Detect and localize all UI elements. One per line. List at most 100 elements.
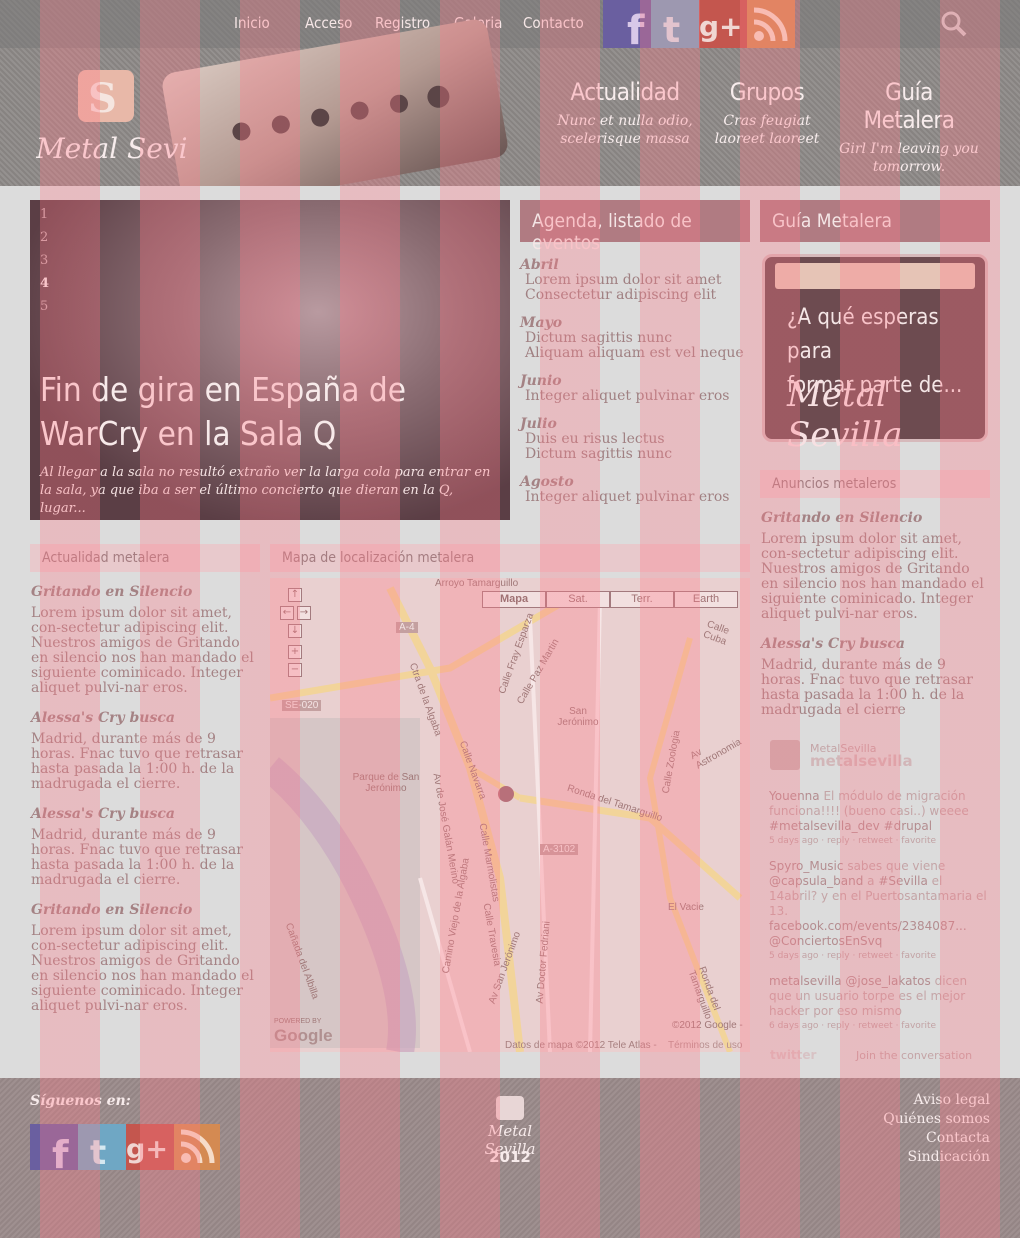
follow-label: Síguenos en: [30, 1093, 131, 1109]
actualidad-list: Gritando en Silencio Lorem ipsum dolor s… [31, 574, 261, 1014]
news-body: Madrid, durante más de 9 horas. Fnac tuv… [31, 731, 243, 792]
map-tab-earth[interactable]: Earth [674, 591, 738, 608]
news-title[interactable]: Gritando en Silencio [31, 584, 261, 600]
googleplus-icon[interactable]: g+ [699, 0, 747, 48]
zoom-out-icon[interactable]: − [288, 663, 302, 677]
tweet-user[interactable]: Spyro_Music [769, 859, 844, 873]
top-navigation: Inicio Acceso Registro Galeria Contacto … [0, 0, 1020, 54]
logo-text: Metal Sevilla [36, 132, 186, 165]
promo-text: Girl I'm leaving you tomorrow. [839, 141, 979, 175]
svg-text:t: t [663, 10, 680, 48]
guia-promo-banner[interactable]: ¿A qué esperas para formar parte de... M… [762, 254, 988, 455]
slide-title[interactable]: Fin de gira en España de WarCry en la Sa… [40, 368, 480, 456]
nav-contacto[interactable]: Contacto [523, 14, 584, 32]
news-title[interactable]: Alessa's Cry busca [31, 710, 261, 726]
event-item[interactable]: Lorem ipsum dolor sit amet [520, 273, 750, 288]
twitter-icon[interactable]: t [78, 1124, 126, 1173]
event-item[interactable]: Aliquam aliquam est vel neque [520, 346, 750, 361]
map-tab-terr[interactable]: Terr. [610, 591, 674, 608]
footer-link-quienes-somos[interactable]: Quiénes somos [883, 1111, 990, 1127]
promo-text: Cras feugiat laoreet laoreet [714, 113, 820, 147]
news-title[interactable]: Gritando en Silencio [761, 510, 991, 526]
news-title[interactable]: Alessa's Cry busca [761, 636, 991, 652]
twitter-logo[interactable]: twitter [770, 1048, 816, 1063]
tweet-link[interactable]: facebook.com/events/2384087... [769, 919, 967, 933]
pan-left-icon[interactable]: ← [280, 606, 294, 620]
amp-panel [775, 263, 975, 289]
tweet-mention[interactable]: @ConciertosEnSvq [769, 934, 882, 948]
slide-number-active[interactable]: 4 [40, 276, 49, 291]
event-item[interactable]: Consectetur adipiscing elit [520, 288, 750, 303]
slide-number[interactable]: 1 [40, 207, 48, 222]
month-label: Junio [520, 373, 562, 389]
tweet: Spyro_Music sabes que viene @capsula_ban… [769, 859, 987, 964]
footer-link-contacta[interactable]: Contacta [926, 1130, 990, 1146]
slide-number[interactable]: 5 [40, 299, 48, 314]
site-logo[interactable]: S Metal Sevilla [35, 66, 222, 166]
map-roads [270, 586, 743, 1052]
event-item[interactable]: Integer aliquet pulvinar eros [520, 389, 750, 404]
svg-text:S: S [88, 75, 117, 122]
tweet-meta[interactable]: 5 days ago · reply · retweet · favorite [769, 949, 987, 964]
svg-text:g+: g+ [126, 1134, 168, 1165]
twitter-avatar[interactable] [770, 740, 800, 770]
map-label: San Jerónimo [557, 706, 599, 728]
pan-up-icon[interactable]: ↑ [288, 588, 302, 602]
agenda-list: Abril Lorem ipsum dolor sit amet Consect… [520, 258, 750, 505]
map-terms-link[interactable]: Términos de uso [668, 1040, 742, 1051]
month-label: Agosto [520, 474, 574, 490]
join-conversation-link[interactable]: Join the conversation [856, 1048, 972, 1063]
tweet-meta[interactable]: 6 days ago · reply · retweet · favorite [769, 1019, 987, 1034]
promo-actualidad[interactable]: Actualidad Nunc et nulla odio, scelerisq… [555, 48, 695, 186]
promo-guia[interactable]: Guía Metalera Girl I'm leaving you tomor… [839, 48, 979, 186]
event-item[interactable]: Duis eu risus lectus [520, 432, 750, 447]
month-label: Mayo [520, 315, 563, 331]
map-tab-sat[interactable]: Sat. [546, 591, 610, 608]
event-item[interactable]: Integer aliquet pulvinar eros [520, 490, 750, 505]
zoom-in-icon[interactable]: + [288, 645, 302, 659]
news-body: Lorem ipsum dolor sit amet, con-sectetur… [31, 923, 254, 1014]
search-icon[interactable] [940, 10, 968, 38]
google-logo[interactable]: Google [274, 1026, 333, 1046]
tweet-user[interactable]: metalsevilla [769, 974, 842, 988]
news-title[interactable]: Gritando en Silencio [31, 902, 261, 918]
pan-right-icon[interactable]: → [297, 606, 311, 620]
location-map[interactable]: Arroyo Tamarguillo A-4 SE-020 Parque de … [270, 578, 750, 1052]
svg-text:t: t [90, 1133, 106, 1170]
facebook-icon[interactable]: f [603, 0, 651, 54]
slide-number[interactable]: 3 [40, 253, 48, 268]
nav-inicio[interactable]: Inicio [234, 14, 270, 32]
tweet-meta[interactable]: 5 days ago · reply · retweet · favorite [769, 834, 987, 849]
pan-down-icon[interactable]: ↓ [288, 624, 302, 638]
month-label: Julio [520, 416, 557, 432]
news-body: Lorem ipsum dolor sit amet, con-sectetur… [31, 605, 254, 696]
tweet-hashtag[interactable]: #Sevilla [878, 874, 928, 888]
tweet-user[interactable]: Youenna [769, 789, 820, 803]
event-item[interactable]: Dictum sagittis nunc [520, 447, 750, 462]
promo-grupos[interactable]: Grupos Cras feugiat laoreet laoreet [697, 48, 837, 186]
map-label: Parque de San Jerónimo [352, 772, 420, 794]
rss-icon[interactable] [174, 1124, 220, 1170]
event-item[interactable]: Dictum sagittis nunc [520, 331, 750, 346]
news-body: Madrid, durante más de 9 horas. Fnac tuv… [31, 827, 243, 888]
agenda-month: Agosto Integer aliquet pulvinar eros [520, 475, 750, 505]
slide-number[interactable]: 2 [40, 230, 48, 245]
agenda-month: Julio Duis eu risus lectus Dictum sagitt… [520, 417, 750, 462]
rss-icon[interactable] [747, 0, 795, 48]
tweet-mention[interactable]: @jose_lakatos [845, 974, 930, 988]
promo-text: Nunc et nulla odio, scelerisque massa [557, 113, 693, 147]
footer-link-sindicacion[interactable]: Sindicación [908, 1149, 990, 1165]
footer-link-aviso-legal[interactable]: Aviso legal [913, 1092, 990, 1108]
twitter-handle[interactable]: metalsevilla [810, 754, 913, 769]
news-title[interactable]: Alessa's Cry busca [31, 806, 261, 822]
tweet-hashtag[interactable]: #metalsevilla_dev #drupal [769, 819, 932, 833]
twitter-icon[interactable]: t [651, 0, 699, 51]
googleplus-icon[interactable]: g+ [126, 1124, 174, 1170]
featured-slider[interactable]: 1 2 3 4 5 Fin de gira en España de WarCr… [30, 200, 510, 520]
nav-acceso[interactable]: Acceso [305, 14, 352, 32]
site-header: Inicio Acceso Registro Galeria Contacto … [0, 0, 1020, 186]
facebook-icon[interactable]: f [30, 1124, 78, 1177]
tweet-mention[interactable]: @capsula_band [769, 874, 863, 888]
promo-title: Actualidad [570, 78, 680, 106]
map-tab-mapa[interactable]: Mapa [482, 591, 546, 608]
